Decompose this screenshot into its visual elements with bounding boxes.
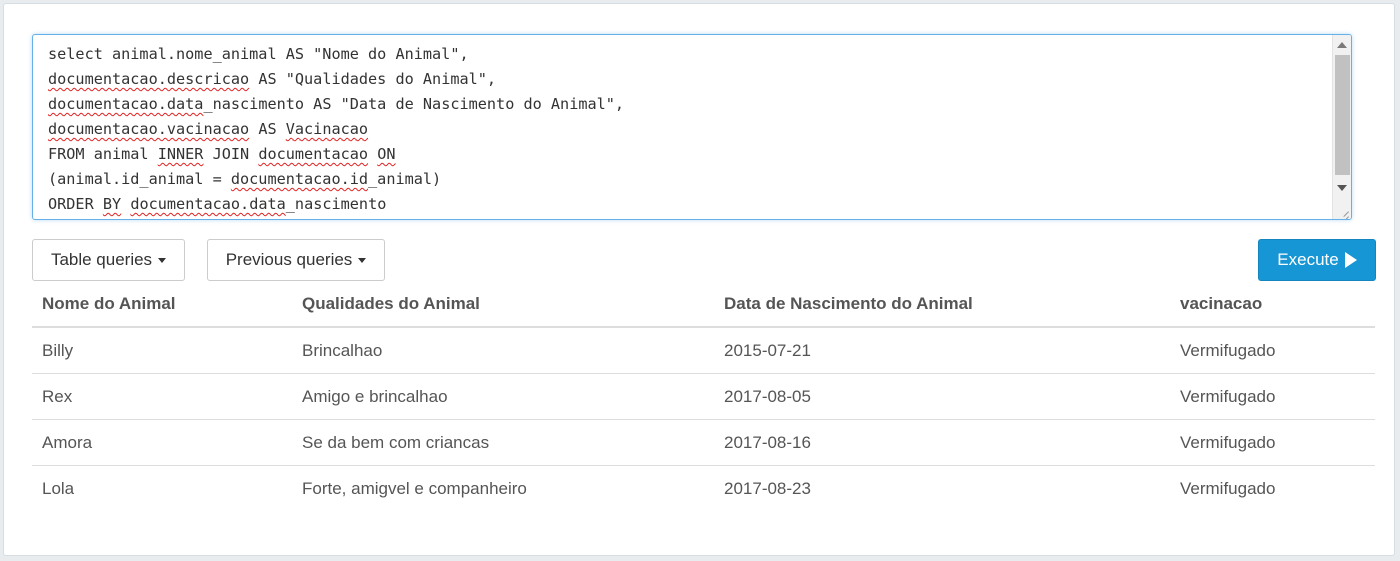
table-cell: Forte, amigvel e companheiro bbox=[302, 478, 527, 498]
resize-handle-icon[interactable] bbox=[1337, 205, 1349, 217]
results-table: Nome do Animal Qualidades do Animal Data… bbox=[32, 282, 1375, 511]
table-cell: Lola bbox=[42, 478, 75, 498]
play-icon bbox=[1344, 252, 1357, 268]
sql-line: FROM animal INNER JOIN documentacao ON bbox=[48, 142, 1325, 167]
table-row: Rex Amigo e brincalhao 2017-08-05 Vermif… bbox=[32, 373, 1375, 420]
table-cell: Vermifugado bbox=[1170, 419, 1375, 466]
table-cell: 2017-08-16 bbox=[714, 419, 1170, 466]
spellcheck-word: INNER bbox=[157, 145, 204, 163]
scroll-down-icon[interactable] bbox=[1337, 185, 1347, 191]
scrollbar-thumb[interactable] bbox=[1335, 55, 1350, 175]
spellcheck-word: documentacao.id bbox=[230, 170, 369, 188]
sql-text: ORDER bbox=[48, 195, 103, 213]
sql-text: select animal.nome_animal AS "Nome do An… bbox=[48, 45, 469, 63]
table-cell: Rex bbox=[32, 373, 292, 420]
spellcheck-word: BY bbox=[102, 195, 122, 213]
caret-down-icon bbox=[358, 257, 367, 263]
table-cell: 2015-07-21 bbox=[714, 327, 1170, 374]
table-cell: Vermifugado bbox=[1170, 373, 1375, 420]
table-cell: 2017-08-23 bbox=[724, 478, 811, 498]
query-panel: select animal.nome_animal AS "Nome do An… bbox=[3, 3, 1395, 556]
execute-button[interactable]: Execute bbox=[1258, 239, 1376, 281]
sql-text: AS "Qualidades do Animal", bbox=[249, 70, 497, 88]
execute-label: Execute bbox=[1277, 250, 1339, 269]
column-header: Nome do Animal bbox=[32, 282, 292, 328]
table-cell: Amigo e brincalhao bbox=[292, 373, 714, 420]
table-queries-button[interactable]: Table queries bbox=[32, 239, 185, 281]
sql-line: select animal.nome_animal AS "Nome do An… bbox=[48, 42, 1325, 67]
spellcheck-word: documentacao.vacinacao bbox=[48, 120, 250, 138]
editor-scrollbar[interactable] bbox=[1332, 35, 1351, 219]
table-cell: Brincalhao bbox=[292, 327, 714, 374]
sql-query-text[interactable]: select animal.nome_animal AS "Nome do An… bbox=[48, 42, 1325, 217]
spellcheck-word: documentacao.descricao bbox=[48, 70, 250, 88]
sql-query-editor[interactable]: select animal.nome_animal AS "Nome do An… bbox=[32, 34, 1352, 220]
sql-text: JOIN bbox=[203, 145, 259, 163]
column-header: vacinacao bbox=[1170, 282, 1375, 328]
table-cell: 2017-08-05 bbox=[714, 373, 1170, 420]
previous-queries-label: Previous queries bbox=[225, 250, 353, 269]
table-header-row: Nome do Animal Qualidades do Animal Data… bbox=[32, 282, 1375, 328]
spellcheck-word: ON bbox=[377, 145, 396, 163]
sql-text: FROM animal bbox=[48, 145, 158, 163]
sql-line: ORDER BY documentacao.data_nascimento bbox=[48, 192, 1325, 217]
sql-text: _nascimento bbox=[285, 195, 387, 213]
table-row: Lola Forte, amigvel e companheiro 2017-0… bbox=[32, 466, 1375, 512]
table-queries-label: Table queries bbox=[50, 250, 153, 269]
table-cell: Vermifugado bbox=[1180, 478, 1276, 498]
sql-line: documentacao.vacinacao AS Vacinacao bbox=[48, 117, 1325, 142]
sql-line: documentacao.descricao AS "Qualidades do… bbox=[48, 67, 1325, 92]
table-row: Billy Brincalhao 2015-07-21 Vermifugado bbox=[32, 327, 1375, 374]
table-cell: Vermifugado bbox=[1170, 327, 1375, 374]
table-cell: Billy bbox=[32, 327, 292, 374]
sql-text: _nascimento AS "Data de Nascimento do An… bbox=[203, 95, 625, 113]
scroll-up-icon[interactable] bbox=[1337, 42, 1347, 48]
spellcheck-word: documentacao bbox=[258, 145, 369, 163]
table-cell: Se da bem com criancas bbox=[292, 419, 714, 466]
spellcheck-word: documentacao.data bbox=[130, 195, 286, 213]
spellcheck-word: Vacinacao bbox=[285, 120, 369, 138]
previous-queries-button[interactable]: Previous queries bbox=[207, 239, 385, 281]
sql-line: (animal.id_animal = documentacao.id_anim… bbox=[48, 167, 1325, 192]
sql-text: AS bbox=[249, 120, 286, 138]
sql-line: documentacao.data_nascimento AS "Data de… bbox=[48, 92, 1325, 117]
column-header: Data de Nascimento do Animal bbox=[714, 282, 1170, 328]
caret-down-icon bbox=[158, 257, 167, 263]
spellcheck-word: documentacao.data bbox=[48, 95, 204, 113]
sql-text: (animal.id_animal = bbox=[48, 170, 231, 188]
table-cell: Amora bbox=[32, 419, 292, 466]
column-header: Qualidades do Animal bbox=[292, 282, 714, 328]
table-row: Amora Se da bem com criancas 2017-08-16 … bbox=[32, 419, 1375, 466]
sql-text: _animal) bbox=[368, 170, 442, 188]
